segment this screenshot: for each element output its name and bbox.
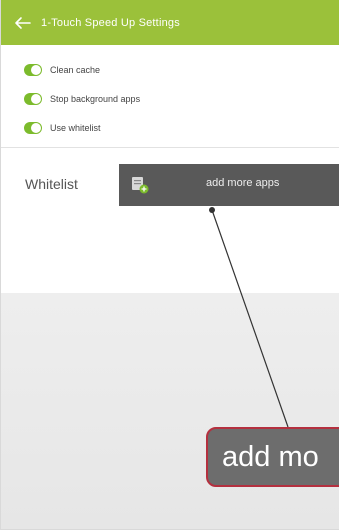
toolbar-title: 1-Touch Speed Up Settings <box>41 16 180 29</box>
setting-label: Clean cache <box>50 65 101 75</box>
setting-stop-background-apps[interactable]: Stop background apps <box>1 88 339 110</box>
toggle-knob <box>31 94 41 104</box>
callout-text: add mo <box>222 440 319 473</box>
add-more-apps-label: add more apps <box>206 177 280 189</box>
setting-use-whitelist[interactable]: Use whitelist <box>1 117 339 139</box>
settings-list: Clean cache Stop background apps Use whi… <box>1 45 339 147</box>
app-screen: 1-Touch Speed Up Settings Clean cache St… <box>0 0 339 530</box>
empty-list-area <box>1 293 339 529</box>
toggle-knob <box>31 123 41 133</box>
add-app-icon <box>131 176 149 194</box>
setting-clean-cache[interactable]: Clean cache <box>1 59 339 81</box>
whitelist-section: Whitelist add more apps <box>1 148 339 293</box>
add-more-apps-button[interactable]: add more apps <box>119 164 339 206</box>
back-arrow-icon[interactable] <box>13 16 31 30</box>
toggle-knob <box>31 65 41 75</box>
toggle-switch[interactable] <box>24 93 42 105</box>
setting-label: Use whitelist <box>50 123 101 133</box>
callout-bubble: add mo <box>206 427 339 487</box>
toggle-switch[interactable] <box>24 64 42 76</box>
setting-label: Stop background apps <box>50 94 141 104</box>
toggle-switch[interactable] <box>24 122 42 134</box>
toolbar: 1-Touch Speed Up Settings <box>1 0 339 45</box>
whitelist-label: Whitelist <box>25 176 78 192</box>
